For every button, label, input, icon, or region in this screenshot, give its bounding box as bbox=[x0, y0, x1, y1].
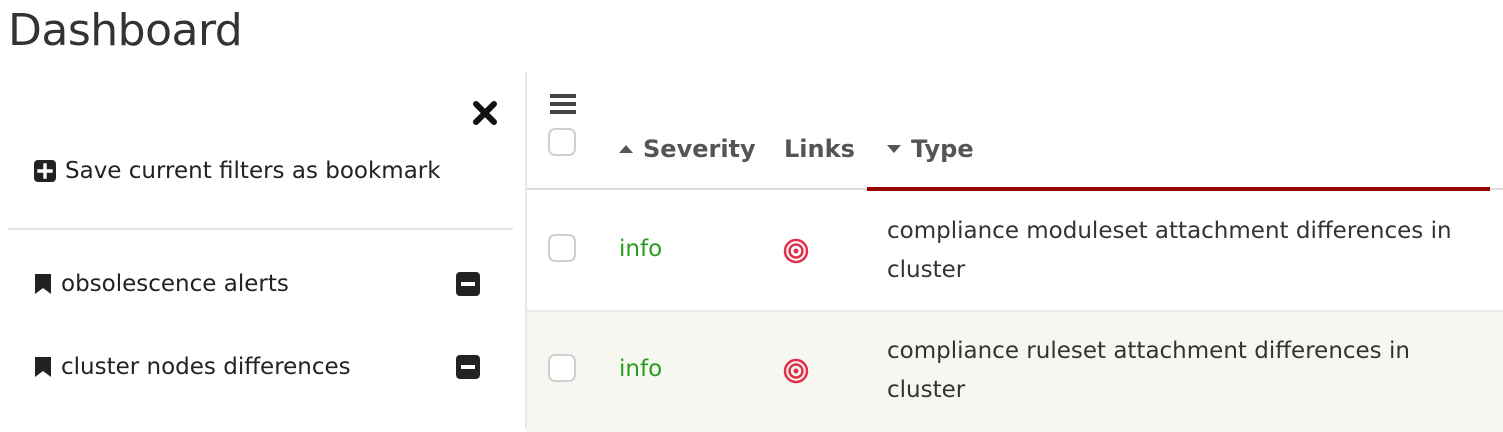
bookmark-item-obsolescence-alerts: obsolescence alerts bbox=[34, 269, 480, 299]
close-icon bbox=[473, 101, 497, 125]
column-header-label: Severity bbox=[643, 135, 756, 163]
caret-down-icon bbox=[887, 145, 901, 153]
column-header-type[interactable]: Type bbox=[887, 132, 974, 166]
bookmark-item-label[interactable]: obsolescence alerts bbox=[61, 271, 289, 297]
remove-bookmark-button[interactable] bbox=[456, 272, 480, 296]
panel-divider bbox=[8, 228, 513, 230]
select-all-checkbox[interactable] bbox=[548, 128, 576, 156]
type-cell: compliance ruleset attachment difference… bbox=[887, 338, 1410, 403]
bookmark-icon bbox=[35, 274, 51, 294]
column-header-label: Type bbox=[911, 135, 974, 163]
alerts-table: Severity Links Type info compliance modu… bbox=[527, 72, 1503, 432]
row-checkbox[interactable] bbox=[548, 354, 576, 382]
page-title: Dashboard bbox=[8, 5, 243, 56]
remove-bookmark-button[interactable] bbox=[456, 355, 480, 379]
target-icon bbox=[783, 358, 809, 384]
column-header-severity[interactable]: Severity bbox=[619, 132, 756, 166]
column-header-links[interactable]: Links bbox=[784, 132, 855, 166]
bookmark-item-label[interactable]: cluster nodes differences bbox=[61, 354, 351, 380]
severity-cell: info bbox=[619, 236, 663, 262]
caret-up-icon bbox=[619, 145, 633, 153]
type-cell: compliance moduleset attachment differen… bbox=[887, 218, 1452, 283]
table-row[interactable]: info compliance ruleset attachment diffe… bbox=[527, 312, 1503, 432]
close-panel-button[interactable] bbox=[472, 100, 498, 126]
plus-square-icon bbox=[34, 160, 56, 182]
save-bookmark-button[interactable]: Save current filters as bookmark bbox=[34, 158, 441, 184]
bookmark-item-cluster-nodes-differences: cluster nodes differences bbox=[34, 352, 480, 382]
row-checkbox[interactable] bbox=[548, 234, 576, 262]
link-button[interactable] bbox=[783, 238, 809, 264]
bookmark-icon bbox=[35, 357, 51, 377]
hamburger-menu-icon bbox=[550, 94, 576, 114]
sort-indicator-underline bbox=[867, 187, 1490, 191]
target-icon bbox=[783, 238, 809, 264]
severity-cell: info bbox=[619, 356, 663, 382]
table-row[interactable]: info compliance moduleset attachment dif… bbox=[527, 192, 1503, 312]
link-button[interactable] bbox=[783, 358, 809, 384]
bookmark-panel: Save current filters as bookmark obsoles… bbox=[8, 72, 513, 429]
save-bookmark-label: Save current filters as bookmark bbox=[65, 158, 441, 184]
table-header-row: Severity Links Type bbox=[527, 72, 1503, 191]
minus-square-icon bbox=[456, 272, 480, 296]
column-menu-button[interactable] bbox=[550, 93, 576, 115]
minus-square-icon bbox=[456, 355, 480, 379]
column-header-label: Links bbox=[784, 135, 855, 163]
